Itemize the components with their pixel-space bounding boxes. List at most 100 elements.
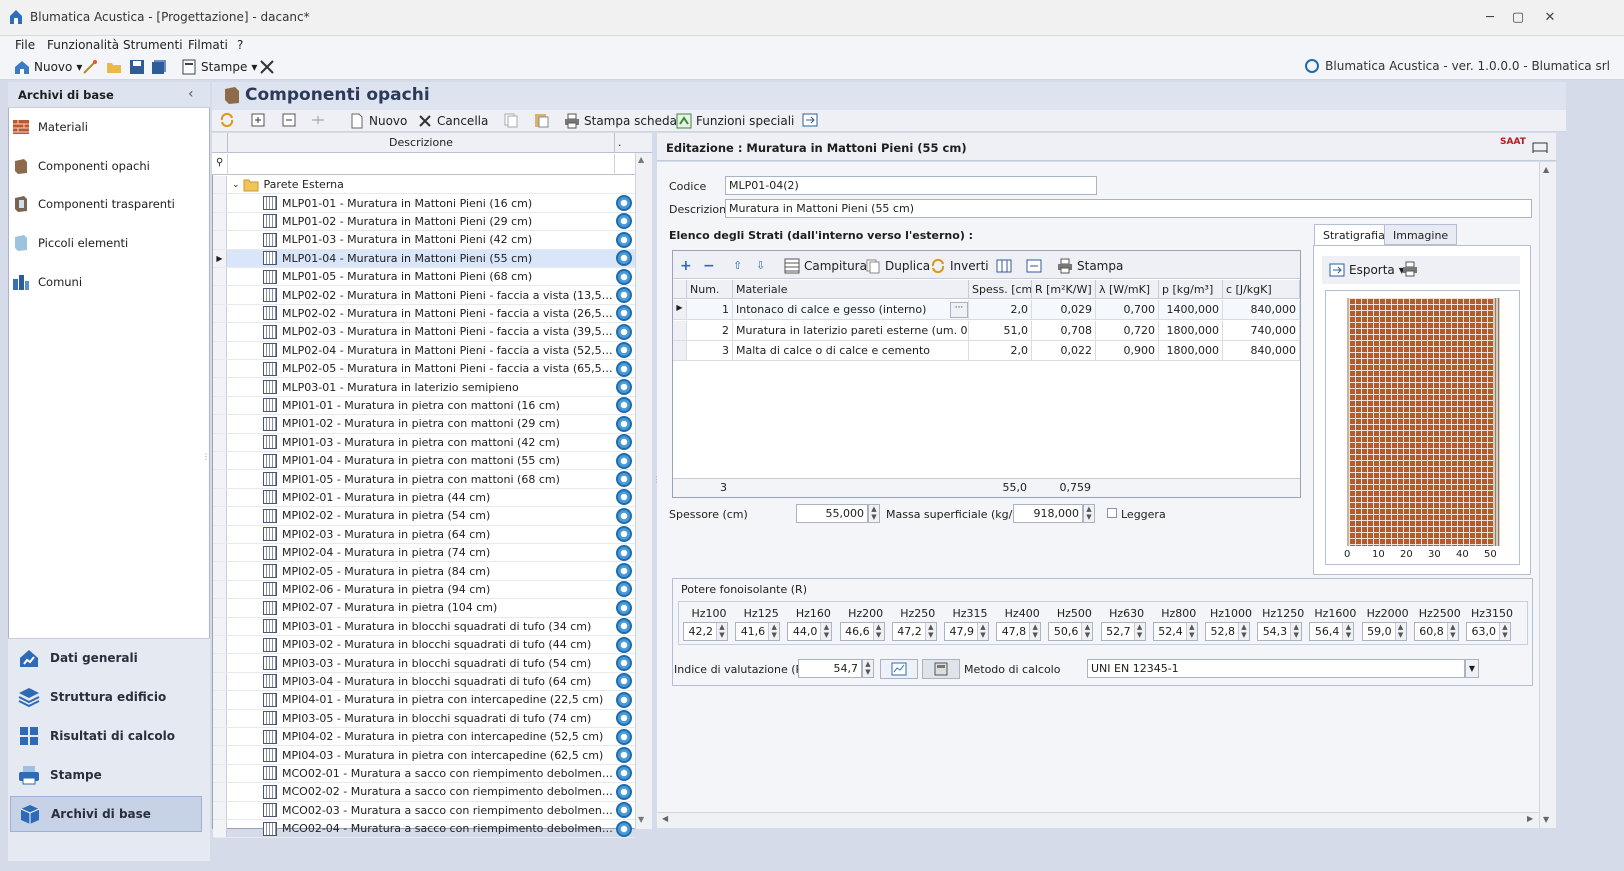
descrizione-input[interactable]: Muratura in Mattoni Pieni (55 cm) xyxy=(725,199,1532,218)
rw-input[interactable]: 54,7 xyxy=(798,659,862,678)
row-indicator[interactable] xyxy=(673,320,687,341)
hz-spinner[interactable]: ▲ ▼ xyxy=(1499,623,1510,640)
hz-value-input[interactable]: 52,4 ▲ ▼ xyxy=(1152,622,1198,641)
cell-resistenza[interactable]: 0,022 xyxy=(1032,341,1096,361)
hz-spinner[interactable]: ▲ ▼ xyxy=(1290,623,1302,640)
hz-spinner[interactable]: ▲ ▼ xyxy=(716,623,727,640)
massa-input[interactable]: 918,000 xyxy=(1013,504,1083,523)
col-densita[interactable]: p [kg/m³] xyxy=(1159,280,1223,299)
column-descrizione[interactable]: Descrizione xyxy=(227,133,615,153)
tree-row[interactable]: MLP02-05 - Muratura in Mattoni Pieni - f… xyxy=(213,360,635,379)
hz-value-input[interactable]: 59,0 ▲ ▼ xyxy=(1361,622,1407,641)
esporta-button[interactable]: Esporta ▾ xyxy=(1329,261,1405,279)
cell-num[interactable]: 3 xyxy=(687,341,733,361)
col-lambda[interactable]: λ [W/mK] xyxy=(1096,280,1159,299)
status-icon[interactable] xyxy=(616,526,632,543)
chevron-down-icon[interactable]: ▼ xyxy=(1465,659,1479,678)
tab-immagine[interactable]: Immagine xyxy=(1384,224,1458,245)
menu-file[interactable]: File xyxy=(15,38,35,52)
refresh-icon[interactable] xyxy=(219,112,235,128)
left-item-componenti-opachi[interactable]: Componenti opachi xyxy=(12,151,202,181)
cell-spessore[interactable]: 51,0 xyxy=(969,320,1032,341)
wand-icon[interactable] xyxy=(82,59,98,75)
rw-spinner[interactable]: ▲ ▼ xyxy=(862,659,874,678)
hz-spinner[interactable]: ▲ ▼ xyxy=(1081,623,1093,640)
cell-calore[interactable]: 840,000 xyxy=(1223,300,1300,320)
hz-value-input[interactable]: 47,9 ▲ ▼ xyxy=(944,622,989,641)
status-icon[interactable] xyxy=(616,563,632,580)
save-all-icon[interactable] xyxy=(151,59,167,75)
hz-value-input[interactable]: 60,8 ▲ ▼ xyxy=(1413,622,1459,641)
left-item-piccoli-elementi[interactable]: Piccoli elementi xyxy=(12,228,202,258)
hz-value-input[interactable]: 50,6 ▲ ▼ xyxy=(1048,622,1094,641)
bed-icon[interactable] xyxy=(1532,139,1548,155)
hz-spinner[interactable]: ▲ ▼ xyxy=(1446,623,1458,640)
status-icon[interactable] xyxy=(616,489,632,506)
tree-row[interactable]: MPI03-01 - Muratura in blocchi squadrati… xyxy=(213,617,635,636)
menu-strumenti[interactable]: Strumenti xyxy=(123,38,183,52)
campitura-button[interactable]: Campitura xyxy=(784,257,867,275)
stampa-grid-button[interactable]: Stampa xyxy=(1057,257,1123,275)
tree-row[interactable]: MCO02-01 - Muratura a sacco con riempime… xyxy=(213,764,635,784)
hz-value-input[interactable]: 47,2 ▲ ▼ xyxy=(891,622,937,641)
tree-row[interactable]: MPI04-01 - Muratura in pietra con interc… xyxy=(213,691,635,710)
export-window-icon[interactable] xyxy=(802,112,818,128)
cell-materiale[interactable]: Muratura in laterizio pareti esterne (um… xyxy=(733,320,969,341)
scroll-down-icon[interactable]: ▼ xyxy=(638,815,644,824)
hz-spinner[interactable]: ▲ ▼ xyxy=(768,623,780,640)
tree-row[interactable]: MLP02-02 - Muratura in Mattoni Pieni - f… xyxy=(213,304,635,324)
move-up-icon[interactable]: ⇧ xyxy=(733,259,742,272)
nav-struttura-edificio[interactable]: Struttura edificio xyxy=(10,679,202,715)
tree-row[interactable]: MLP01-02 - Muratura in Mattoni Pieni (29… xyxy=(213,212,635,232)
tree-row[interactable]: MPI02-03 - Muratura in pietra (64 cm) xyxy=(213,525,635,544)
menu-funzionalita[interactable]: Funzionalità xyxy=(47,38,119,52)
hz-value-input[interactable]: 42,2 ▲ ▼ xyxy=(683,622,728,641)
status-icon[interactable] xyxy=(616,691,632,708)
tree-row[interactable]: MPI02-01 - Muratura in pietra (44 cm) xyxy=(213,488,635,508)
cell-densita[interactable]: 1800,000 xyxy=(1159,320,1223,341)
scroll-right-icon[interactable]: ▶ xyxy=(1527,814,1533,823)
editor-horizontal-scrollbar[interactable] xyxy=(657,812,1539,828)
cell-densita[interactable]: 1800,000 xyxy=(1159,341,1223,361)
tree-row[interactable]: MCO02-02 - Muratura a sacco con riempime… xyxy=(213,783,635,802)
scroll-up-icon[interactable]: ▲ xyxy=(1543,165,1549,174)
funzioni-speciali-button[interactable]: Funzioni speciali xyxy=(676,112,794,130)
spessore-input[interactable]: 55,000 xyxy=(796,504,868,523)
cell-calore[interactable]: 840,000 xyxy=(1223,341,1300,361)
status-icon[interactable] xyxy=(616,250,632,267)
hz-spinner[interactable]: ▲ ▼ xyxy=(1342,623,1354,640)
nav-archivi-di-base[interactable]: Archivi di base xyxy=(10,796,202,832)
status-icon[interactable] xyxy=(616,783,632,800)
nuovo-component-button[interactable]: Nuovo xyxy=(349,112,407,130)
tree-row[interactable]: MPI01-01 - Muratura in pietra con matton… xyxy=(213,396,635,416)
tree-row[interactable]: MPI01-05 - Muratura in pietra con matton… xyxy=(213,470,635,489)
menu-filmati[interactable]: Filmati xyxy=(188,38,228,52)
stampe-button[interactable]: Stampe ▾ xyxy=(181,58,257,76)
chevron-down-icon[interactable]: ⌄ xyxy=(232,180,240,190)
hz-spinner[interactable]: ▲ ▼ xyxy=(820,623,832,640)
hz-spinner[interactable]: ▲ ▼ xyxy=(977,623,988,640)
left-item-componenti-trasparenti[interactable]: Componenti trasparenti xyxy=(12,189,202,219)
cell-lambda[interactable]: 0,900 xyxy=(1096,341,1159,361)
status-icon[interactable] xyxy=(616,305,632,322)
hz-spinner[interactable]: ▲ ▼ xyxy=(872,623,884,640)
cell-spessore[interactable]: 2,0 xyxy=(969,341,1032,361)
cell-resistenza[interactable]: 0,029 xyxy=(1032,300,1096,320)
tree-row[interactable]: MPI03-03 - Muratura in blocchi squadrati… xyxy=(213,654,635,673)
tree-row[interactable]: MPI04-02 - Muratura in pietra con interc… xyxy=(213,728,635,747)
tree-group-row[interactable]: ⌄ Parete Esterna xyxy=(213,176,635,195)
chart-button[interactable] xyxy=(880,659,918,679)
tree-row[interactable]: MPI02-07 - Muratura in pietra (104 cm) xyxy=(213,599,635,618)
cell-lambda[interactable]: 0,720 xyxy=(1096,320,1159,341)
hz-value-input[interactable]: 44,0 ▲ ▼ xyxy=(787,622,833,641)
status-icon[interactable] xyxy=(616,820,632,837)
hz-spinner[interactable]: ▲ ▼ xyxy=(1029,623,1041,640)
tree-vertical-scrollbar[interactable] xyxy=(635,153,652,829)
scroll-down-icon[interactable]: ▼ xyxy=(1543,815,1549,824)
status-icon[interactable] xyxy=(616,507,632,524)
nav-dati-generali[interactable]: Dati generali xyxy=(10,640,202,676)
tree-row[interactable]: MPI03-04 - Muratura in blocchi squadrati… xyxy=(213,672,635,692)
status-icon[interactable] xyxy=(616,673,632,690)
status-icon[interactable] xyxy=(616,397,632,414)
expand-all-icon[interactable] xyxy=(250,112,266,128)
